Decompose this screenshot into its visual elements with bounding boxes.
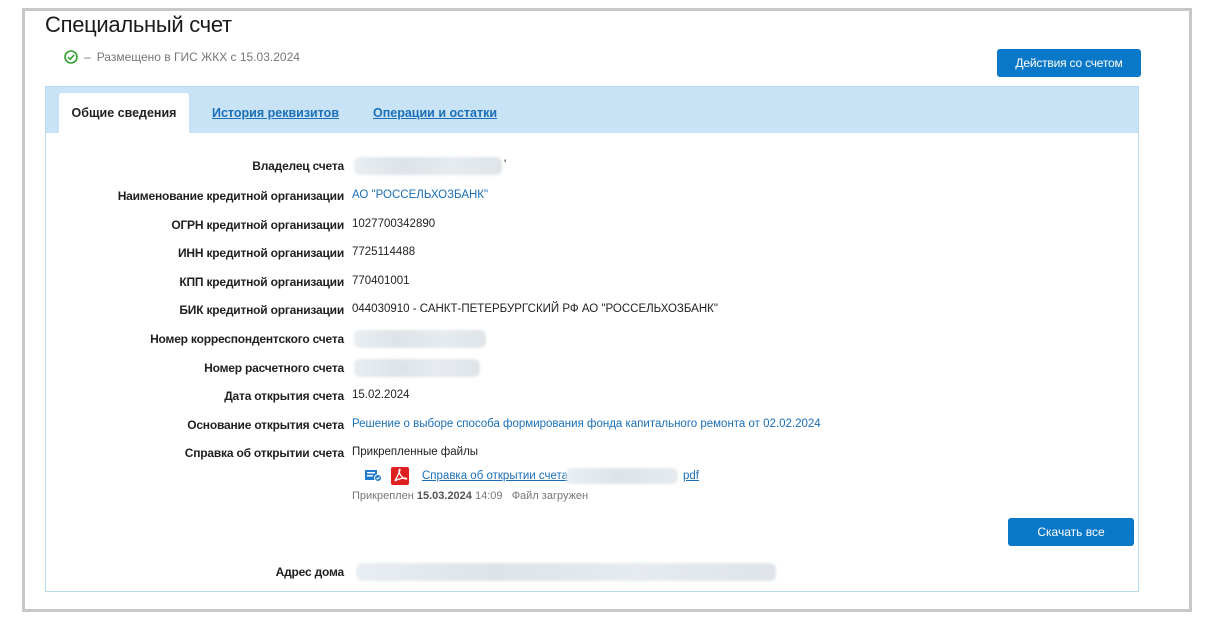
field-label: Справка об открытии счета bbox=[184, 446, 344, 460]
field-label: Дата открытия счета bbox=[224, 389, 344, 403]
field-account-number: Номер расчетного счета bbox=[46, 359, 1138, 381]
account-panel: Общие сведения История реквизитов Операц… bbox=[45, 86, 1139, 592]
file-icons bbox=[364, 466, 410, 491]
status-separator: – bbox=[84, 50, 91, 64]
page-title: Специальный счет bbox=[45, 12, 232, 37]
file-extension-link[interactable]: pdf bbox=[683, 470, 699, 482]
tab-operations-balances[interactable]: Операции и остатки bbox=[373, 93, 497, 133]
tab-general-info[interactable]: Общие сведения bbox=[59, 93, 189, 133]
field-value: 15.02.2024 bbox=[352, 389, 410, 401]
field-address: Адрес дома bbox=[46, 563, 1138, 585]
field-label: Наименование кредитной организации bbox=[117, 189, 345, 203]
attached-prefix: Прикреплен bbox=[352, 490, 414, 502]
attached-time: 14:09 bbox=[474, 490, 503, 502]
download-all-button[interactable]: Скачать все bbox=[1008, 518, 1134, 546]
field-label: Адрес дома bbox=[275, 565, 345, 579]
field-corr-account: Номер корреспондентского счета bbox=[46, 330, 1138, 352]
field-value: ' bbox=[504, 159, 507, 171]
redacted-filename bbox=[566, 468, 678, 484]
field-label: Основание открытия счета bbox=[187, 418, 344, 432]
pdf-icon[interactable] bbox=[390, 466, 410, 491]
field-kpp: КПП кредитной организации 770401001 bbox=[46, 275, 1138, 295]
account-actions-button[interactable]: Действия со счетом bbox=[997, 49, 1141, 77]
field-open-basis: Основание открытия счета Решение о выбор… bbox=[46, 418, 1138, 438]
file-status: Файл загружен bbox=[511, 490, 589, 502]
redacted-value bbox=[354, 359, 480, 377]
field-label: ИНН кредитной организации bbox=[177, 246, 344, 260]
field-open-date: Дата открытия счета 15.02.2024 bbox=[46, 389, 1138, 409]
redacted-value bbox=[354, 157, 502, 175]
field-owner: Владелец счета ' bbox=[46, 157, 1138, 179]
field-label: ОГРН кредитной организации bbox=[171, 218, 344, 232]
bank-name-link[interactable]: АО "РОССЕЛЬХОЗБАНК" bbox=[352, 189, 488, 201]
check-circle-icon bbox=[64, 50, 78, 64]
field-label: Номер корреспондентского счета bbox=[150, 332, 344, 346]
field-ogrn: ОГРН кредитной организации 1027700342890 bbox=[46, 218, 1138, 238]
status-text: Размещено в ГИС ЖКХ с 15.03.2024 bbox=[96, 50, 300, 64]
tab-requisites-history[interactable]: История реквизитов bbox=[212, 93, 339, 133]
field-value: 770401001 bbox=[352, 275, 410, 287]
attached-date: 15.03.2024 bbox=[416, 490, 472, 502]
open-basis-link[interactable]: Решение о выборе способа формирования фо… bbox=[352, 418, 821, 430]
field-label: Владелец счета bbox=[252, 159, 344, 173]
redacted-value bbox=[354, 330, 486, 348]
file-meta: Прикреплен 15.03.2024 14:09 Файл загруже… bbox=[352, 490, 588, 502]
redacted-value bbox=[356, 563, 776, 581]
attached-files-title: Прикрепленные файлы bbox=[352, 446, 479, 458]
field-bank-name: Наименование кредитной организации АО "Р… bbox=[46, 189, 1138, 209]
field-value: 044030910 - САНКТ-ПЕТЕРБУРГСКИЙ РФ АО "Р… bbox=[352, 303, 718, 315]
field-label: Номер расчетного счета bbox=[204, 361, 344, 375]
status-line: – Размещено в ГИС ЖКХ с 15.03.2024 bbox=[64, 50, 300, 64]
field-label: КПП кредитной организации bbox=[179, 275, 344, 289]
field-label: БИК кредитной организации bbox=[179, 303, 344, 317]
field-bik: БИК кредитной организации 044030910 - СА… bbox=[46, 303, 1138, 323]
tab-bar: Общие сведения История реквизитов Операц… bbox=[46, 87, 1138, 133]
field-open-certificate: Справка об открытии счета bbox=[46, 446, 1138, 466]
sign-certificate-icon[interactable] bbox=[364, 468, 382, 489]
field-inn: ИНН кредитной организации 7725114488 bbox=[46, 246, 1138, 266]
field-value: 1027700342890 bbox=[352, 218, 436, 230]
field-value: 7725114488 bbox=[352, 246, 416, 258]
file-name-link[interactable]: Справка об открытии счета bbox=[422, 470, 568, 482]
